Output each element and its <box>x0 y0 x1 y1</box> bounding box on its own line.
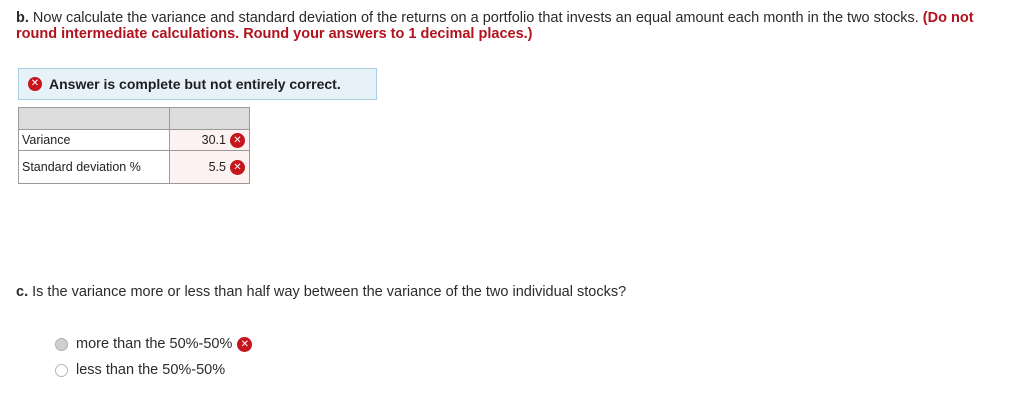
incorrect-x-icon: ✕ <box>237 336 253 352</box>
option-less-than[interactable]: less than the 50%-50% <box>55 362 225 378</box>
variance-value: 30.1 <box>201 133 226 147</box>
variance-label: Variance <box>22 132 71 147</box>
question-b-text: Now calculate the variance and standard … <box>32 10 919 26</box>
option-less-than-label: less than the 50%-50% <box>76 362 226 378</box>
variance-answer-field[interactable]: 30.1 ✕ <box>170 130 249 150</box>
question-c: c. Is the variance more or less than hal… <box>16 284 626 300</box>
answer-table-header <box>18 107 250 130</box>
question-c-part-label: c. <box>16 284 29 300</box>
standard-deviation-answer-field[interactable]: 5.5 ✕ <box>170 151 249 183</box>
incorrect-x-icon: ✕ <box>230 132 245 148</box>
radio-button[interactable] <box>55 363 68 377</box>
option-more-than[interactable]: more than the 50%-50% ✕ <box>55 336 253 352</box>
question-c-text: Is the variance more or less than half w… <box>32 284 627 300</box>
question-b: b. Now calculate the variance and standa… <box>16 10 1006 42</box>
option-more-than-label: more than the 50%-50% <box>76 336 233 352</box>
table-row: Standard deviation % 5.5 ✕ <box>18 150 250 184</box>
standard-deviation-value: 5.5 <box>208 160 226 174</box>
standard-deviation-label: Standard deviation % <box>22 159 141 174</box>
error-x-icon: ✕ <box>28 77 42 91</box>
radio-button-selected[interactable] <box>55 337 68 351</box>
answer-status-text: Answer is complete but not entirely corr… <box>49 76 341 92</box>
table-row: Variance 30.1 ✕ <box>18 129 250 151</box>
incorrect-x-icon: ✕ <box>230 159 245 175</box>
answer-table: Variance 30.1 ✕ Standard deviation % 5.5… <box>18 107 250 184</box>
answer-status-banner: ✕ Answer is complete but not entirely co… <box>18 68 377 100</box>
question-b-part-label: b. <box>16 10 29 26</box>
